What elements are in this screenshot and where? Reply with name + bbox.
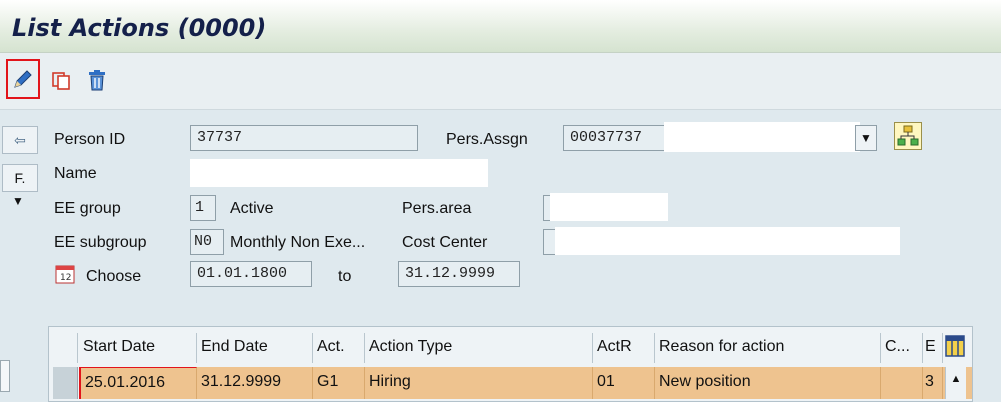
table-settings-icon[interactable] bbox=[945, 335, 965, 357]
cell-start-date[interactable]: 25.01.2016 bbox=[79, 367, 197, 399]
ee-group-label: EE group bbox=[54, 200, 121, 217]
name-label: Name bbox=[54, 165, 97, 182]
col-header-e[interactable]: E bbox=[923, 333, 943, 363]
pers-assgn-value: 00037737 bbox=[570, 129, 643, 146]
svg-text:12: 12 bbox=[60, 273, 71, 283]
redacted-area bbox=[550, 193, 668, 221]
pers-assgn-label: Pers.Assgn bbox=[446, 131, 528, 148]
cell-action-type[interactable]: Hiring bbox=[365, 367, 593, 399]
col-header-reason[interactable]: Reason for action bbox=[655, 333, 881, 363]
pers-area-label: Pers.area bbox=[402, 200, 472, 217]
person-id-label: Person ID bbox=[54, 131, 126, 148]
actions-table: Start Date End Date Act. Action Type Act… bbox=[48, 326, 973, 402]
col-header-actr[interactable]: ActR bbox=[593, 333, 655, 363]
col-header-end-date[interactable]: End Date bbox=[197, 333, 313, 363]
ee-subgroup-text: Monthly Non Exe... bbox=[230, 234, 366, 251]
ee-group-text: Active bbox=[230, 200, 274, 217]
back-arrow-icon: ⇦ bbox=[14, 131, 26, 148]
table-row[interactable]: 25.01.2016 31.12.9999 G1 Hiring 01 New p… bbox=[79, 367, 972, 399]
cell-reason[interactable]: New position bbox=[655, 367, 881, 399]
name-field[interactable] bbox=[190, 159, 488, 187]
triangle-down-icon[interactable]: ▼ bbox=[12, 194, 24, 208]
cost-center-label: Cost Center bbox=[402, 234, 488, 251]
ee-subgroup-label: EE subgroup bbox=[54, 234, 147, 251]
f-button[interactable]: F. bbox=[2, 164, 38, 192]
ee-group-field[interactable]: 1 bbox=[190, 195, 216, 221]
splitter-handle[interactable] bbox=[0, 360, 10, 392]
triangle-down-icon: ▼ bbox=[860, 131, 872, 145]
pers-assgn-dropdown[interactable]: ▼ bbox=[855, 125, 877, 151]
title-bar: List Actions (0000) bbox=[0, 0, 1001, 53]
select-all-cell[interactable] bbox=[53, 333, 78, 363]
col-header-action-type[interactable]: Action Type bbox=[365, 333, 593, 363]
page-title: List Actions (0000) bbox=[12, 14, 267, 42]
copy-button[interactable] bbox=[46, 63, 76, 97]
triangle-up-icon: ▲ bbox=[950, 373, 962, 385]
to-label: to bbox=[338, 268, 352, 285]
copy-icon bbox=[52, 72, 70, 90]
back-button[interactable]: ⇦ bbox=[2, 126, 38, 154]
redacted-area bbox=[555, 227, 900, 255]
delete-button[interactable] bbox=[82, 63, 112, 97]
hierarchy-icon bbox=[897, 125, 919, 146]
toolbar bbox=[0, 53, 1001, 110]
edit-button[interactable] bbox=[6, 59, 40, 99]
org-structure-button[interactable] bbox=[894, 122, 922, 150]
row-selector[interactable] bbox=[53, 367, 78, 399]
col-header-act[interactable]: Act. bbox=[313, 333, 365, 363]
trash-icon bbox=[89, 70, 105, 91]
scroll-up-button[interactable]: ▲ bbox=[945, 367, 966, 399]
cell-c[interactable] bbox=[881, 367, 923, 399]
to-date-field[interactable]: 31.12.9999 bbox=[398, 261, 520, 287]
cell-actr[interactable]: 01 bbox=[593, 367, 655, 399]
person-id-field[interactable]: 37737 bbox=[190, 125, 418, 151]
ee-subgroup-field[interactable]: N0 bbox=[190, 229, 224, 255]
left-strip: ⇦ F. ▼ bbox=[0, 120, 38, 400]
from-date-field[interactable]: 01.01.1800 bbox=[190, 261, 312, 287]
calendar-icon[interactable]: 12 bbox=[54, 263, 76, 285]
redacted-area bbox=[664, 122, 860, 152]
cell-e[interactable]: 3 bbox=[923, 367, 943, 399]
choose-label: Choose bbox=[86, 268, 142, 285]
col-header-start-date[interactable]: Start Date bbox=[79, 333, 197, 363]
f-label: F. bbox=[14, 170, 26, 186]
pencil-icon bbox=[14, 70, 32, 88]
cell-end-date[interactable]: 31.12.9999 bbox=[197, 367, 313, 399]
cell-act[interactable]: G1 bbox=[313, 367, 365, 399]
col-header-c[interactable]: C... bbox=[881, 333, 923, 363]
